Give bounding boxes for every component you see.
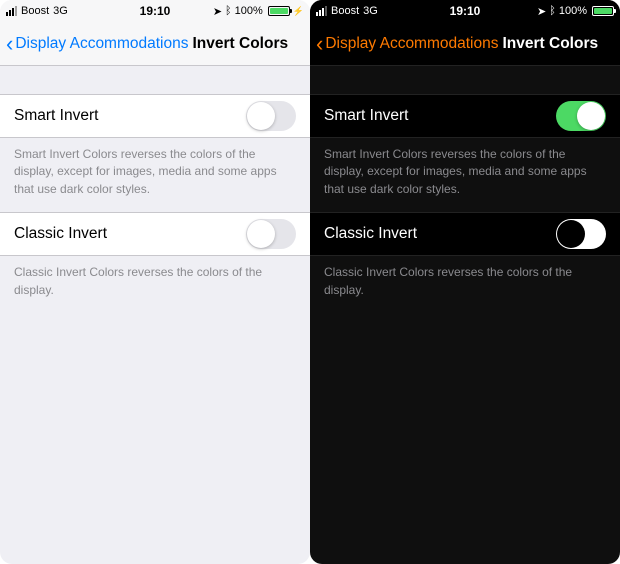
clock: 19:10: [310, 4, 620, 18]
status-bar: Boost 3G 19:10 ➤ ᛒ 100% ⚡: [0, 0, 310, 22]
back-button[interactable]: ‹ Display Accommodations: [6, 33, 189, 55]
classic-invert-row[interactable]: Classic Invert: [310, 212, 620, 256]
classic-invert-row[interactable]: Classic Invert: [0, 212, 310, 256]
smart-invert-desc: Smart Invert Colors reverses the colors …: [310, 138, 620, 212]
nav-bar: ‹ Display Accommodations Invert Colors: [0, 22, 310, 66]
classic-invert-label: Classic Invert: [324, 225, 556, 243]
back-label: Display Accommodations: [325, 35, 498, 53]
back-button[interactable]: ‹ Display Accommodations: [316, 33, 499, 55]
smart-invert-row[interactable]: Smart Invert: [310, 94, 620, 138]
nav-bar: ‹ Display Accommodations Invert Colors: [310, 22, 620, 66]
battery-icon: [268, 6, 290, 16]
smart-invert-desc: Smart Invert Colors reverses the colors …: [0, 138, 310, 212]
phone-light: Boost 3G 19:10 ➤ ᛒ 100% ⚡ ‹ Display Acco…: [0, 0, 310, 564]
classic-invert-toggle[interactable]: [246, 219, 296, 249]
status-bar: Boost 3G 19:10 ➤ ᛒ 100%: [310, 0, 620, 22]
phone-dark: Boost 3G 19:10 ➤ ᛒ 100% ‹ Display Accomm…: [310, 0, 620, 564]
smart-invert-label: Smart Invert: [14, 107, 246, 125]
classic-invert-desc: Classic Invert Colors reverses the color…: [0, 256, 310, 313]
chevron-left-icon: ‹: [6, 33, 13, 55]
classic-invert-desc: Classic Invert Colors reverses the color…: [310, 256, 620, 313]
classic-invert-toggle[interactable]: [556, 219, 606, 249]
page-title: Invert Colors: [503, 35, 599, 53]
page-title: Invert Colors: [193, 35, 289, 53]
smart-invert-toggle[interactable]: [246, 101, 296, 131]
battery-icon: [592, 6, 614, 16]
smart-invert-label: Smart Invert: [324, 107, 556, 125]
back-label: Display Accommodations: [15, 35, 188, 53]
smart-invert-row[interactable]: Smart Invert: [0, 94, 310, 138]
classic-invert-label: Classic Invert: [14, 225, 246, 243]
smart-invert-toggle[interactable]: [556, 101, 606, 131]
chevron-left-icon: ‹: [316, 33, 323, 55]
clock: 19:10: [0, 4, 310, 18]
